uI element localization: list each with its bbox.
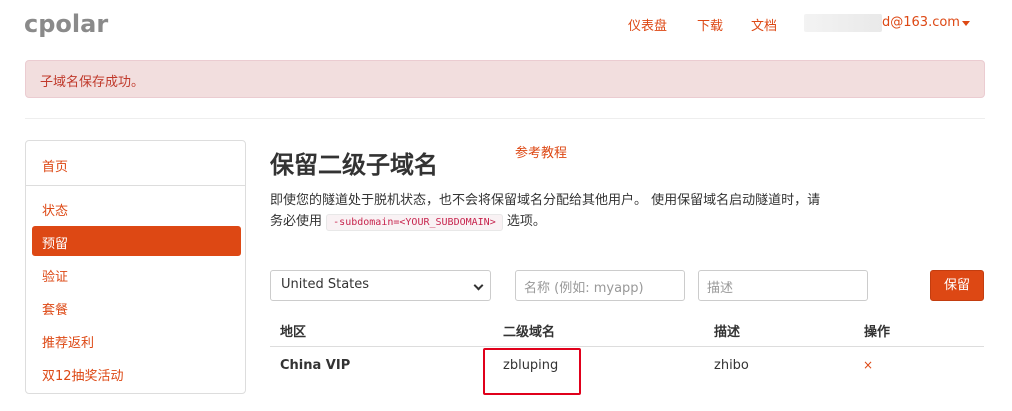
- tutorial-link[interactable]: 参考教程: [515, 142, 567, 161]
- brand-logo[interactable]: cpolar: [24, 10, 108, 38]
- region-select-value: United States: [281, 277, 370, 292]
- table-header-divider: [270, 346, 984, 347]
- table-header-actions: 操作: [864, 325, 891, 340]
- subdomain-name-input[interactable]: 名称 (例如: myapp): [515, 270, 685, 301]
- description-input[interactable]: 描述: [698, 270, 868, 301]
- sidebar-item-home[interactable]: 首页: [32, 149, 241, 179]
- row-description: zhibo: [714, 358, 749, 373]
- chevron-down-icon[interactable]: [962, 21, 970, 26]
- divider: [25, 118, 985, 119]
- sidebar-item-lottery[interactable]: 双12抽奖活动: [32, 358, 241, 388]
- user-email-redacted: [804, 14, 882, 32]
- region-select[interactable]: United States: [270, 270, 491, 301]
- page-description: 即使您的隧道处于脱机状态，也不会将保留域名分配给其他用户。 使用保留域名启动隧道…: [270, 190, 830, 233]
- description-placeholder: 描述: [707, 281, 734, 296]
- sidebar-item-referral[interactable]: 推荐返利: [32, 325, 241, 355]
- chevron-down-icon: [473, 280, 484, 291]
- table-header-subdomain: 二级域名: [503, 325, 556, 340]
- subdomain-option-code: -subdomain=<YOUR_SUBDOMAIN>: [326, 214, 503, 231]
- page-title: 保留二级子域名: [270, 151, 438, 179]
- sidebar-item-plan[interactable]: 套餐: [32, 292, 241, 322]
- table-header-region: 地区: [280, 325, 307, 340]
- subdomain-name-placeholder: 名称 (例如: myapp): [524, 281, 644, 296]
- success-alert: 子域名保存成功。: [25, 60, 985, 98]
- row-region: China VIP: [280, 358, 351, 373]
- table-header-description: 描述: [714, 325, 741, 340]
- nav-dashboard-link[interactable]: 仪表盘: [628, 15, 667, 34]
- sidebar-item-verify[interactable]: 验证: [32, 259, 241, 289]
- nav-docs-link[interactable]: 文档: [751, 15, 777, 34]
- reserve-button[interactable]: 保留: [930, 270, 984, 301]
- sidebar-item-status[interactable]: 状态: [32, 193, 241, 223]
- sidebar-divider: [26, 185, 245, 186]
- nav-download-link[interactable]: 下载: [697, 15, 723, 34]
- desc-text-2: 选项。: [506, 214, 546, 229]
- sidebar-nav: 首页 状态 预留 验证 套餐 推荐返利 双12抽奖活动: [25, 140, 246, 394]
- delete-icon[interactable]: ×: [863, 358, 873, 372]
- alert-message: 子域名保存成功。: [40, 75, 145, 90]
- top-navbar: cpolar 仪表盘 下载 文档 d@163.com: [0, 0, 1012, 50]
- user-menu[interactable]: d@163.com: [882, 15, 960, 30]
- sidebar-item-reserve[interactable]: 预留: [32, 226, 241, 256]
- annotation-highlight-box: [483, 348, 581, 395]
